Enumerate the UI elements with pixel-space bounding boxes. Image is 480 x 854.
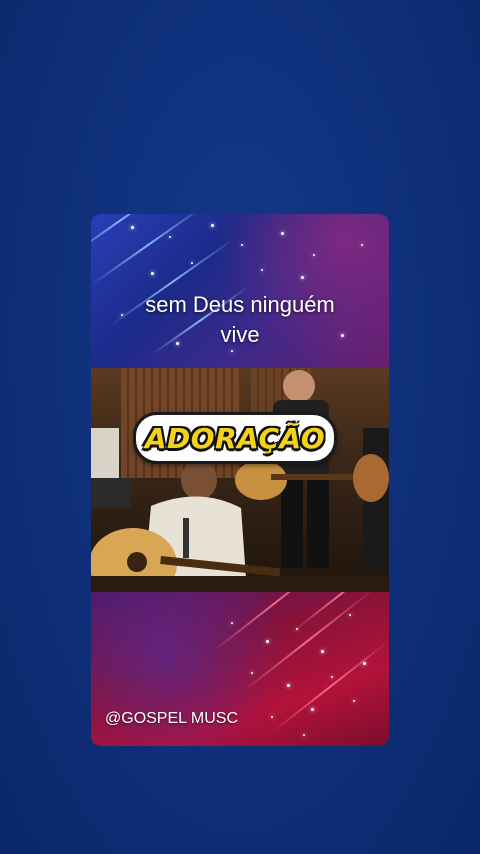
- lyric-caption: sem Deus ninguém vive: [91, 290, 389, 350]
- lyric-line-1: sem Deus ninguém: [145, 292, 335, 317]
- video-card[interactable]: sem Deus ninguém vive ADORAÇÃO @GOSPEL M…: [91, 214, 389, 746]
- top-starfield-panel: sem Deus ninguém vive: [91, 214, 389, 368]
- channel-watermark: @GOSPEL MUSC: [105, 710, 239, 727]
- genre-badge-text: ADORAÇÃO: [144, 421, 326, 455]
- genre-badge: ADORAÇÃO: [133, 412, 337, 464]
- musicians-illustration: [91, 370, 389, 592]
- performance-video-frame: ADORAÇÃO: [91, 368, 389, 592]
- lyric-line-2: vive: [220, 322, 260, 347]
